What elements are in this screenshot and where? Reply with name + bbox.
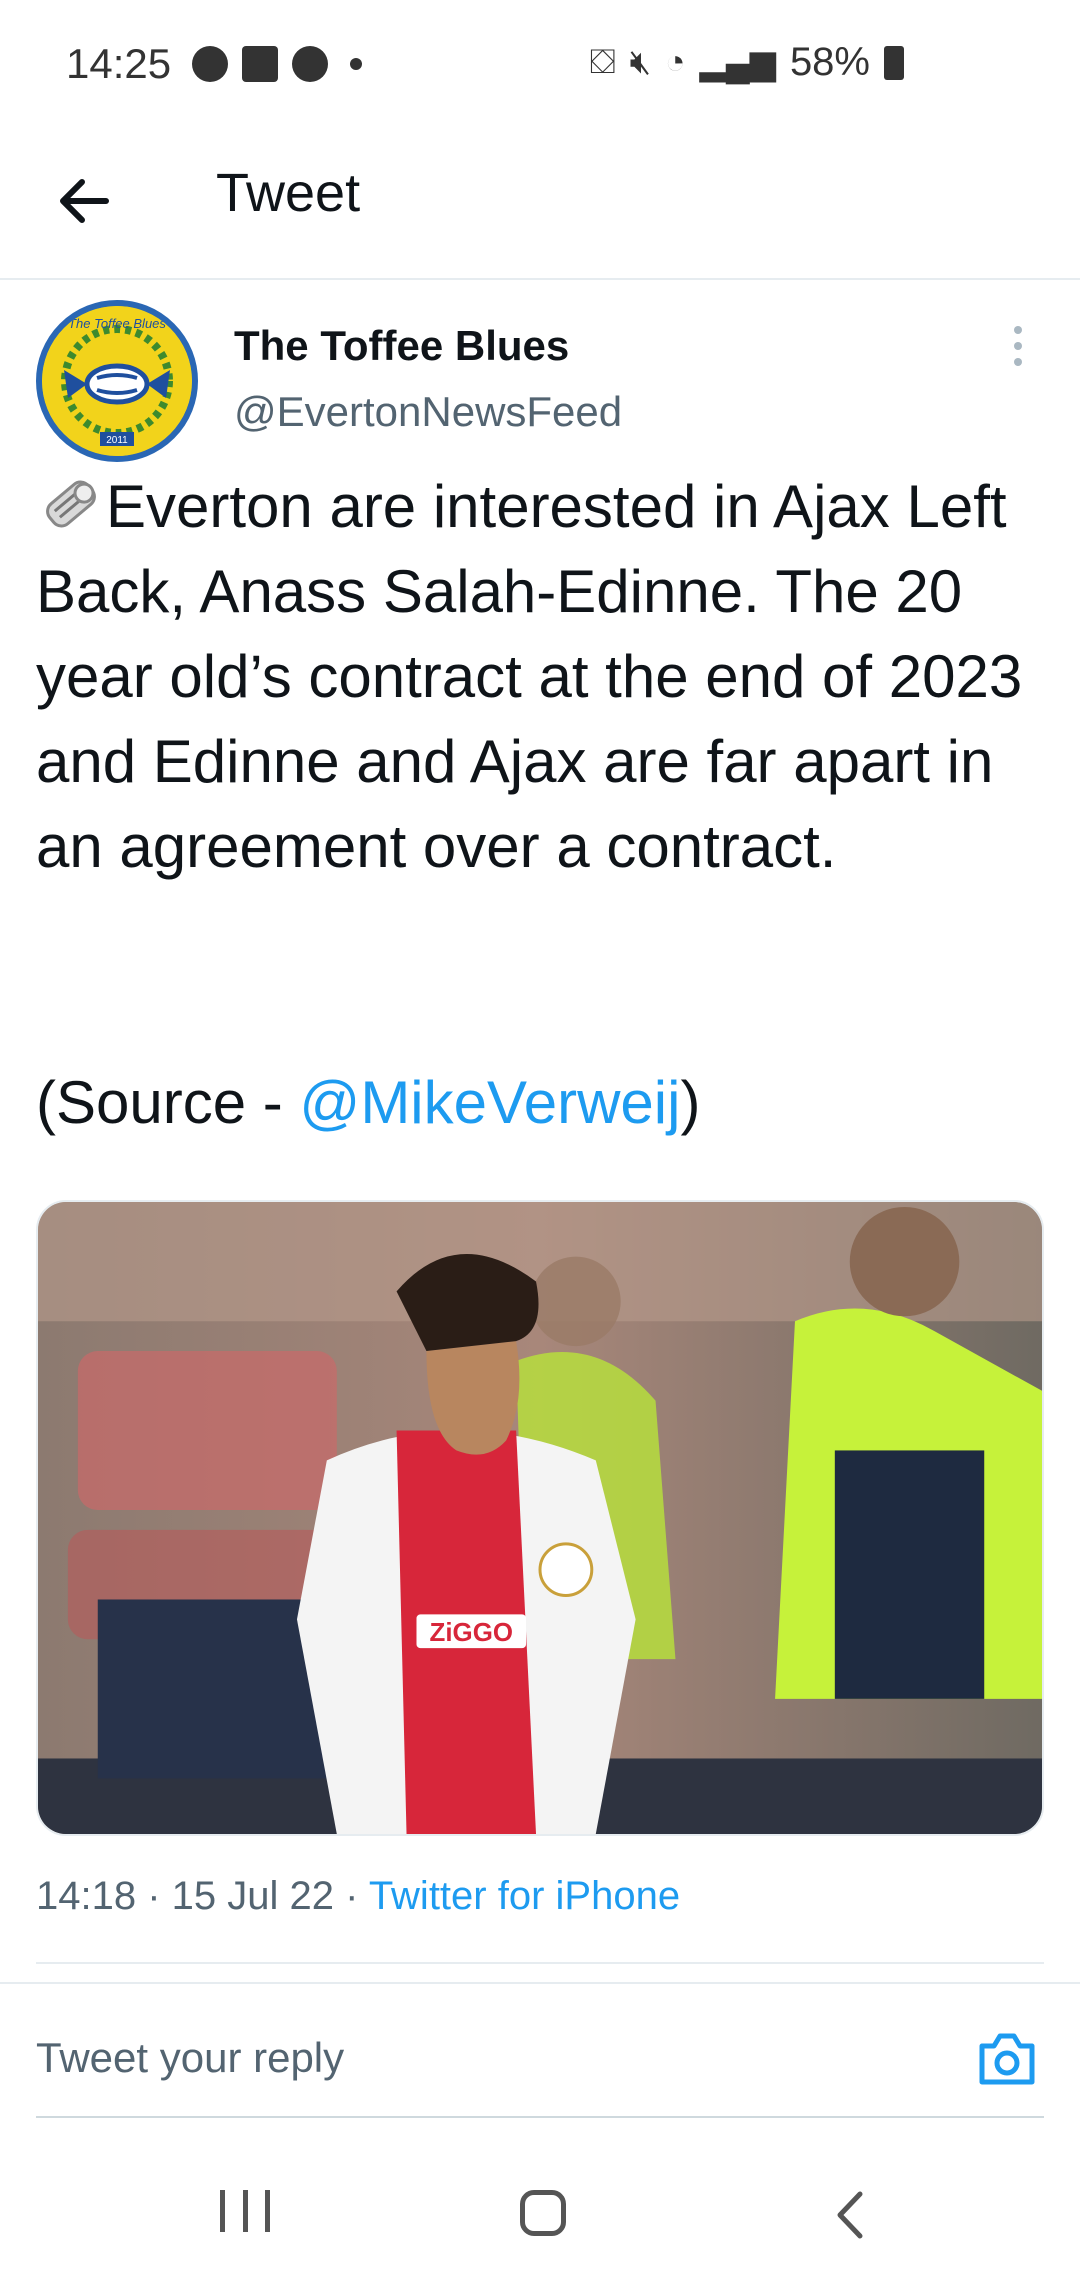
logo-year: 2011 <box>106 435 128 446</box>
system-icons: ⛋ 🔇︎ ◔ ▂▄▆ 58% <box>590 40 904 85</box>
tweet-body: Everton are interested in Ajax Left Back… <box>36 473 1023 880</box>
avatar[interactable]: The Toffee Blues 2011 <box>36 300 198 462</box>
divider <box>36 1962 1044 1964</box>
system-nav-bar <box>0 2150 1080 2280</box>
top-app-bar: Tweet <box>0 130 1080 280</box>
author-handle[interactable]: @EvertonNewsFeed <box>234 388 622 436</box>
source-suffix: ) <box>680 1069 701 1136</box>
page-title: Tweet <box>216 163 361 223</box>
tweet-meta: 14:18 · 15 Jul 22 · Twitter for iPhone <box>36 1874 680 1919</box>
camera-icon[interactable] <box>976 2030 1038 2088</box>
tweet-client-link[interactable]: Twitter for iPhone <box>369 1874 680 1918</box>
shirt-sponsor: ZiGGO <box>430 1619 513 1647</box>
divider <box>0 1982 1080 1984</box>
recycle-icon: ⛋ <box>589 43 616 81</box>
mention-link[interactable]: @MikeVerweij <box>299 1069 680 1136</box>
recent-apps-icon[interactable] <box>220 2190 270 2236</box>
wifi-icon: ◔ <box>665 43 686 81</box>
back-arrow-icon[interactable] <box>50 166 120 236</box>
status-bar: 14:25 ⛋ 🔇︎ ◔ ▂▄▆ 58% <box>0 0 1080 130</box>
tweet-timestamp: 14:18 · 15 Jul 22 · <box>36 1874 369 1918</box>
dot-icon <box>350 58 362 70</box>
signal-icon: ▂▄▆ <box>699 43 776 82</box>
author-name[interactable]: The Toffee Blues <box>234 322 569 370</box>
nav-back-icon[interactable] <box>826 2188 876 2242</box>
toffee-blues-logo: The Toffee Blues 2011 <box>42 306 192 456</box>
source-prefix: (Source - <box>36 1069 300 1136</box>
tweet-image[interactable]: ZiGGO <box>36 1200 1044 1836</box>
reply-input[interactable]: Tweet your reply <box>36 2034 344 2082</box>
battery-icon <box>884 45 904 80</box>
status-time: 14:25 <box>66 40 172 87</box>
tweet-source-line: (Source - @MikeVerweij) <box>36 1060 700 1145</box>
home-icon[interactable] <box>520 2190 566 2236</box>
newspaper-emoji-icon <box>46 480 96 528</box>
battery-percent: 58% <box>789 40 870 84</box>
soccer-ball-icon <box>292 46 328 82</box>
soccer-ball-icon <box>192 46 228 82</box>
more-options-icon[interactable] <box>1010 326 1026 370</box>
mute-icon: 🔇︎ <box>629 43 651 81</box>
notification-icons <box>192 46 362 82</box>
reply-underline <box>36 2116 1044 2118</box>
tweet-text: Everton are interested in Ajax Left Back… <box>36 464 1046 889</box>
logo-text: The Toffee Blues <box>68 316 166 331</box>
app-icon <box>242 46 278 82</box>
